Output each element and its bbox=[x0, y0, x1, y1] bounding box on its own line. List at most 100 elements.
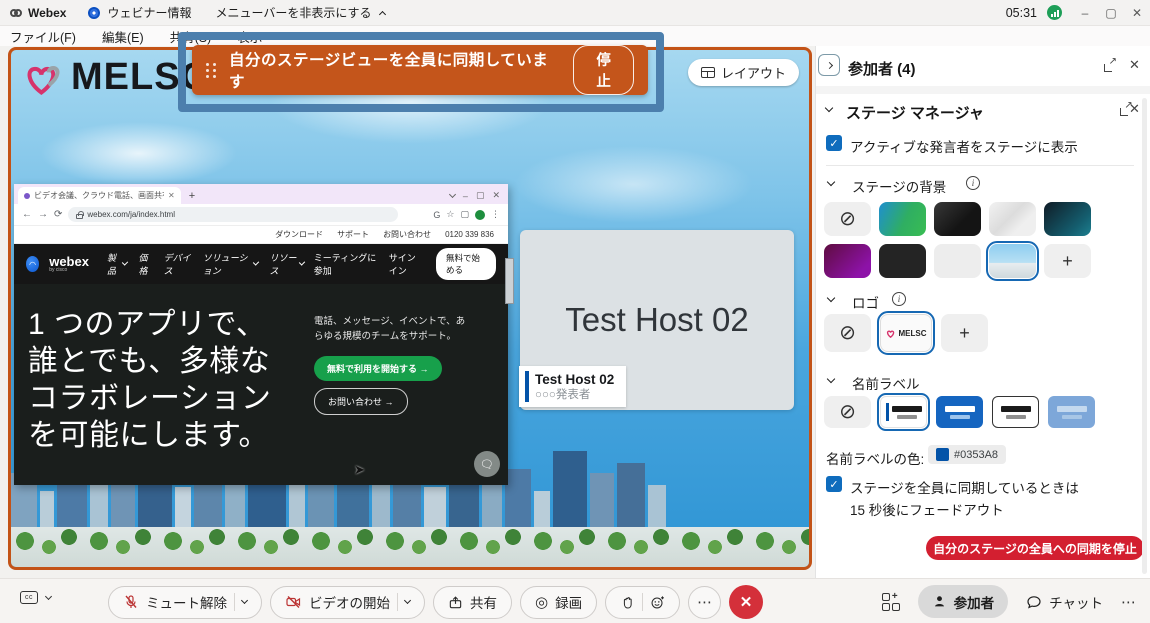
reload-icon[interactable]: ⟳ bbox=[54, 209, 62, 220]
start-video-button[interactable]: ビデオの開始 bbox=[270, 586, 425, 619]
layout-grid-icon bbox=[701, 67, 715, 78]
tab-search-icon[interactable] bbox=[449, 190, 456, 197]
logo-add-button[interactable]: + bbox=[941, 314, 988, 352]
background-thumb-purple-gradient[interactable] bbox=[824, 244, 871, 278]
nav-solutions[interactable]: ソリューション bbox=[203, 251, 259, 277]
webex-site-logo-icon: ◠ bbox=[26, 256, 39, 272]
nav-resources[interactable]: リソース bbox=[269, 251, 303, 277]
unmute-button[interactable]: ミュート解除 bbox=[108, 586, 262, 619]
browser-restore-icon[interactable]: ▢ bbox=[476, 190, 485, 201]
menu-edit[interactable]: 編集(E) bbox=[102, 27, 144, 46]
url-field[interactable]: webex.com/ja/index.html bbox=[68, 207, 398, 222]
link-contact[interactable]: お問い合わせ bbox=[383, 229, 431, 240]
favicon bbox=[24, 193, 30, 199]
name-label-color-picker[interactable]: #0353A8 bbox=[928, 445, 1006, 464]
chevron-up-icon[interactable] bbox=[378, 10, 385, 17]
apps-icon[interactable]: + bbox=[882, 593, 900, 611]
background-thumb-dark-gradient[interactable] bbox=[934, 202, 981, 236]
background-thumb-teal-gradient[interactable] bbox=[1044, 202, 1091, 236]
signin-link[interactable]: サインイン bbox=[389, 251, 424, 277]
video-options-chevron-icon[interactable] bbox=[404, 597, 411, 604]
sidebar-icon[interactable]: ▢ bbox=[460, 209, 469, 220]
leave-meeting-button[interactable]: ✕ bbox=[729, 585, 763, 619]
background-thumb-light-gray[interactable] bbox=[934, 244, 981, 278]
stage-manager-collapse-icon[interactable] bbox=[825, 104, 833, 112]
background-thumb-none[interactable]: ⊘ bbox=[824, 202, 871, 236]
menu-file[interactable]: ファイル(F) bbox=[10, 27, 76, 46]
name-label-style-3[interactable] bbox=[992, 396, 1039, 428]
panel-collapse-button[interactable] bbox=[818, 54, 840, 76]
logo-thumb-melsc-selected[interactable]: MELSC bbox=[880, 314, 932, 352]
more-panels-button[interactable]: ⋯ bbox=[1121, 593, 1136, 611]
link-support[interactable]: サポート bbox=[337, 229, 369, 240]
name-label-style-2[interactable] bbox=[936, 396, 983, 428]
logo-collapse-icon[interactable] bbox=[827, 294, 835, 302]
participants-popout-icon[interactable] bbox=[1104, 60, 1116, 72]
nav-pricing[interactable]: 価格 bbox=[138, 251, 152, 277]
drag-handle-icon[interactable] bbox=[206, 63, 217, 78]
name-label-style-1-selected[interactable] bbox=[880, 396, 927, 428]
stage-manager-title: ステージ マネージャ bbox=[846, 102, 984, 123]
start-free-cta-button[interactable]: 無料で利用を開始する → bbox=[314, 356, 442, 381]
profile-avatar[interactable] bbox=[475, 210, 485, 220]
stop-sync-banner-button[interactable]: 停止 bbox=[573, 45, 634, 95]
lock-icon bbox=[76, 214, 83, 219]
minimize-button[interactable]: – bbox=[1072, 3, 1098, 23]
hide-menubar-button[interactable]: メニューバーを非表示にする bbox=[215, 4, 371, 21]
forward-icon[interactable]: → bbox=[38, 209, 48, 220]
link-download[interactable]: ダウンロード bbox=[275, 229, 323, 240]
sync-banner: 自分のステージビューを全員に同期しています 停止 bbox=[192, 45, 648, 95]
record-button[interactable]: ◎ 録画 bbox=[520, 586, 597, 619]
browser-minimize-icon[interactable]: – bbox=[463, 191, 468, 201]
meeting-control-bar: cc ミュート解除 ビデオの開始 bbox=[0, 578, 1150, 623]
stop-sync-all-button[interactable]: 自分のステージの全員への同期を停止 bbox=[926, 536, 1144, 560]
more-options-button[interactable]: ⋯ bbox=[688, 586, 721, 619]
resize-handle[interactable] bbox=[505, 258, 514, 304]
background-info-icon[interactable]: i bbox=[966, 176, 980, 190]
mic-options-chevron-icon[interactable] bbox=[241, 597, 248, 604]
contact-cta-button[interactable]: お問い合わせ → bbox=[314, 388, 408, 415]
logo-thumb-none[interactable]: ⊘ bbox=[824, 314, 871, 352]
browser-tab[interactable]: ビデオ会議、クラウド電話、画面共有 ✕ bbox=[18, 187, 181, 204]
close-button[interactable]: ✕ bbox=[1124, 3, 1150, 23]
stage-manager-close-icon[interactable]: ✕ bbox=[1129, 101, 1140, 117]
name-label-style-4[interactable] bbox=[1048, 396, 1095, 428]
nav-devices[interactable]: デバイス bbox=[164, 251, 192, 277]
mouse-cursor: ➤ bbox=[354, 462, 365, 478]
captions-button[interactable]: cc bbox=[20, 591, 51, 604]
layout-button[interactable]: レイアウト bbox=[688, 59, 799, 86]
join-meeting-link[interactable]: ミーティングに参加 bbox=[314, 251, 377, 277]
reactions-group[interactable] bbox=[605, 586, 680, 619]
background-collapse-icon[interactable] bbox=[827, 178, 835, 186]
active-speaker-checkbox[interactable]: ✓ bbox=[826, 135, 842, 151]
share-button[interactable]: 共有 bbox=[433, 586, 512, 619]
logo-info-icon[interactable]: i bbox=[892, 292, 906, 306]
browser-close-icon[interactable]: ✕ bbox=[492, 190, 500, 201]
background-thumb-black[interactable] bbox=[879, 244, 926, 278]
back-icon[interactable]: ← bbox=[22, 209, 32, 220]
name-label-style-none[interactable]: ⊘ bbox=[824, 396, 871, 428]
background-add-button[interactable]: + bbox=[1044, 244, 1091, 278]
site-chat-widget[interactable]: 🗨 bbox=[474, 451, 500, 477]
chat-panel-button[interactable]: チャット bbox=[1026, 592, 1103, 612]
participants-panel-button[interactable]: 参加者 bbox=[918, 585, 1009, 618]
webinar-info-button[interactable]: ウェビナー情報 bbox=[107, 4, 191, 21]
new-tab-button[interactable]: + bbox=[189, 190, 195, 202]
browser-address-bar: ← → ⟳ webex.com/ja/index.html G ☆ ▢ ⋮ bbox=[14, 204, 508, 226]
background-thumb-light-wave[interactable] bbox=[989, 202, 1036, 236]
translate-icon[interactable]: G bbox=[433, 210, 440, 220]
name-label-collapse-icon[interactable] bbox=[827, 375, 835, 383]
participants-close-icon[interactable]: ✕ bbox=[1129, 57, 1140, 73]
restore-button[interactable]: ▢ bbox=[1098, 3, 1124, 23]
nav-products[interactable]: 製品 bbox=[107, 251, 127, 277]
panel-scrollbar[interactable] bbox=[1142, 98, 1147, 574]
background-thumb-cityscape-selected[interactable] bbox=[989, 244, 1036, 278]
background-thumb-green-gradient[interactable] bbox=[879, 202, 926, 236]
fade-out-checkbox[interactable]: ✓ bbox=[826, 476, 842, 492]
start-free-button[interactable]: 無料で始める bbox=[436, 248, 496, 280]
logo-section-title: ロゴ bbox=[852, 292, 879, 312]
browser-menu-icon[interactable]: ⋮ bbox=[491, 209, 500, 220]
network-indicator-icon bbox=[1047, 5, 1062, 20]
tab-close-icon[interactable]: ✕ bbox=[168, 191, 175, 200]
bookmark-star-icon[interactable]: ☆ bbox=[446, 209, 454, 220]
